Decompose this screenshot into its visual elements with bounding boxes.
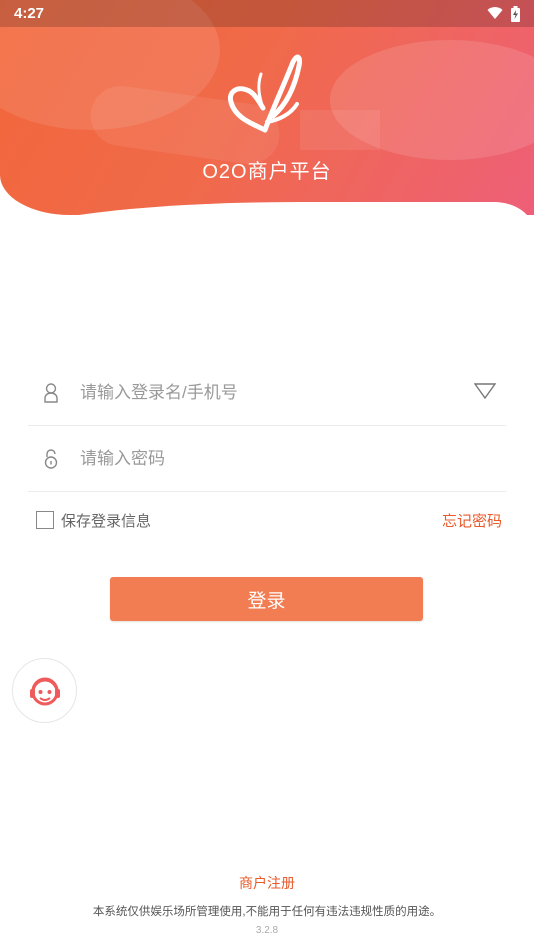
- customer-service-icon: [29, 677, 60, 705]
- forgot-password-link[interactable]: 忘记密码: [442, 510, 502, 531]
- login-form: [28, 360, 506, 492]
- save-login-label[interactable]: 保存登录信息: [61, 510, 151, 531]
- login-options: 保存登录信息 忘记密码: [36, 508, 502, 532]
- status-time: 4:27: [14, 5, 45, 22]
- save-login-checkbox[interactable]: [36, 511, 54, 529]
- status-icons: [487, 5, 520, 22]
- disclaimer-text: 本系统仅供娱乐场所管理使用,不能用于任何有违法违规性质的用途。: [92, 906, 442, 918]
- password-input[interactable]: [80, 448, 506, 469]
- version-text: 3.2.8: [255, 925, 279, 936]
- wifi-icon: [487, 7, 503, 20]
- user-icon: [42, 382, 60, 404]
- status-bar: 4:27: [0, 0, 534, 27]
- lock-icon: [42, 448, 60, 470]
- password-row: [28, 426, 506, 492]
- customer-service-button[interactable]: [12, 658, 77, 723]
- battery-icon: [511, 5, 520, 22]
- dropdown-triangle-icon[interactable]: [473, 383, 497, 404]
- banner-shape: [300, 110, 380, 150]
- app-title: O2O商户平台: [202, 161, 332, 183]
- username-row: [28, 360, 506, 426]
- merchant-register-link[interactable]: 商户注册: [0, 873, 534, 893]
- butterfly-logo-icon: [227, 54, 302, 133]
- username-input[interactable]: [80, 382, 506, 403]
- login-button[interactable]: 登录: [110, 577, 423, 621]
